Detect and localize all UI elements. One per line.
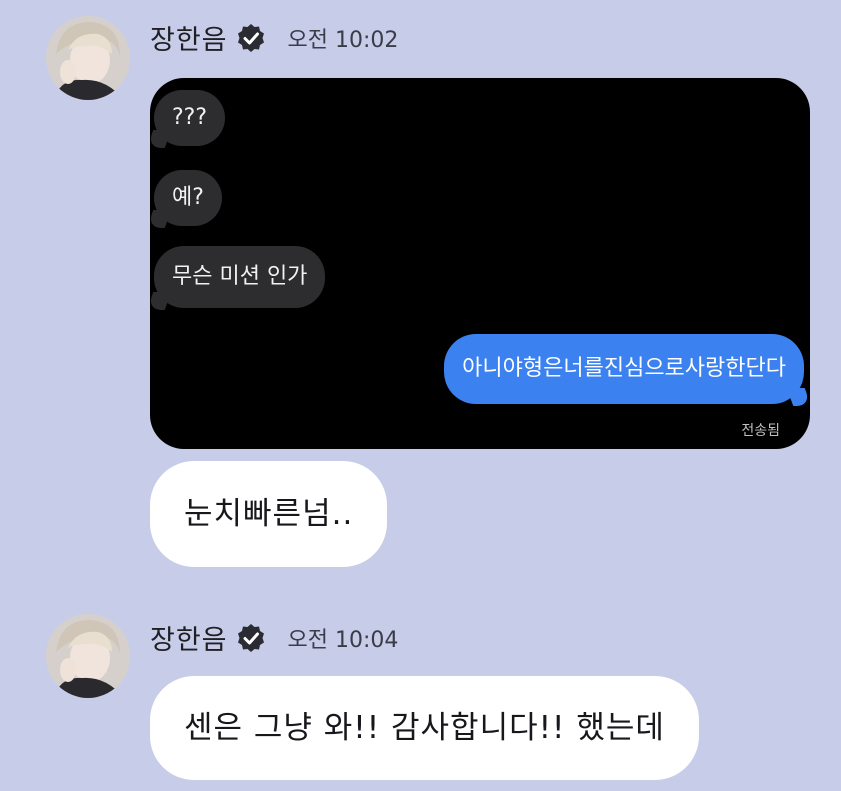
- incoming-message: 무슨 미션 인가: [150, 246, 326, 310]
- timestamp: 오전 10:02: [287, 27, 399, 53]
- outgoing-message: 아니야형은너를진심으로사랑한단다: [444, 334, 810, 406]
- incoming-message: 예?: [150, 170, 222, 228]
- verified-badge-icon: [236, 23, 266, 53]
- message-header: 장한음 오전 10:02: [150, 18, 398, 57]
- incoming-message: ???: [150, 90, 226, 148]
- incoming-message-text: 예?: [172, 185, 204, 210]
- sender-name[interactable]: 장한음: [150, 18, 228, 57]
- chat-bubble[interactable]: 센은 그냥 와!! 감사합니다!! 했는데: [150, 676, 699, 780]
- verified-badge-icon: [236, 623, 266, 653]
- chat-bubble-text: 눈치빠른넘..: [184, 496, 354, 532]
- outgoing-message-text: 아니야형은너를진심으로사랑한단다: [462, 356, 786, 381]
- avatar[interactable]: [46, 614, 130, 698]
- incoming-message-text: 무슨 미션 인가: [172, 264, 308, 289]
- chat-bubble-text: 센은 그냥 와!! 감사합니다!! 했는데: [184, 710, 665, 746]
- timestamp: 오전 10:04: [287, 627, 399, 653]
- avatar[interactable]: [46, 16, 130, 100]
- chat-bubble[interactable]: 눈치빠른넘..: [150, 461, 388, 567]
- incoming-message-text: ???: [172, 105, 208, 130]
- message-header: 장한음 오전 10:04: [150, 618, 398, 657]
- screenshot-image[interactable]: ??? 예? 무슨 미션 인가 아니야형은너를진심으로사랑한단다 전송됨: [150, 78, 810, 449]
- sender-name[interactable]: 장한음: [150, 618, 228, 657]
- delivery-status: 전송됨: [741, 423, 780, 439]
